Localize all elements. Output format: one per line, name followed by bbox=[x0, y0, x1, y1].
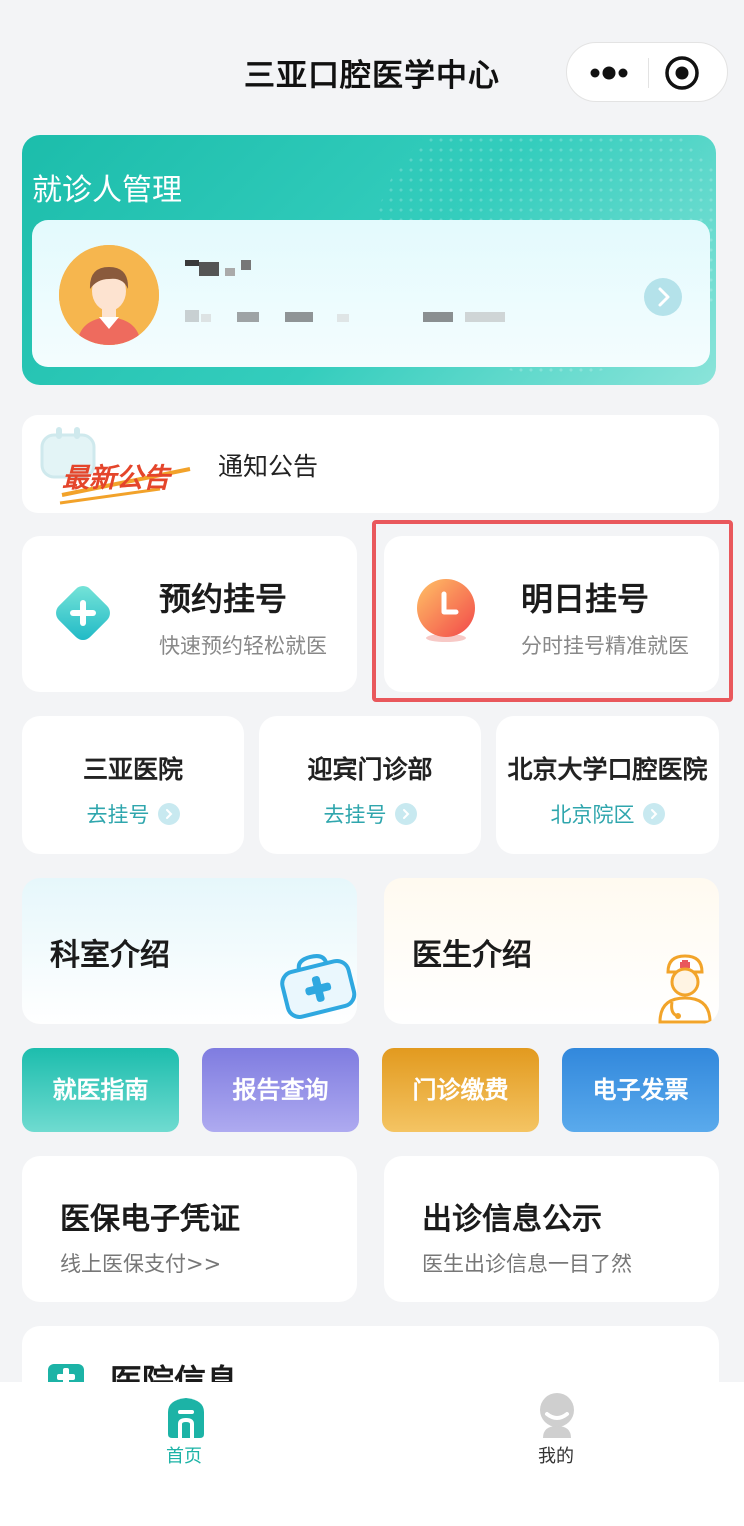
doctor-intro-card[interactable]: 医生介绍 bbox=[384, 878, 719, 1024]
notice-badge-label: 最新公告 bbox=[62, 463, 173, 493]
department-intro-card[interactable]: 科室介绍 bbox=[22, 878, 357, 1024]
hospital-name: 迎宾门诊部 bbox=[307, 755, 433, 784]
patient-detail-chevron-icon[interactable] bbox=[644, 278, 682, 316]
hospital-name: 北京大学口腔医院 bbox=[507, 755, 708, 784]
tab-mine[interactable]: 我的 bbox=[538, 1442, 574, 1468]
more-icon[interactable] bbox=[581, 57, 637, 89]
medical-insurance-subtitle: 线上医保支付>> bbox=[60, 1252, 222, 1276]
appointment-card[interactable]: 预约挂号 快速预约轻松就医 bbox=[22, 536, 357, 692]
chevron-right-icon bbox=[394, 803, 417, 825]
notice-badge: 最新公告 bbox=[40, 425, 200, 507]
plus-diamond-icon bbox=[48, 578, 118, 648]
chevron-right-icon bbox=[157, 803, 180, 825]
e-invoice-button[interactable]: 电子发票 bbox=[562, 1048, 719, 1132]
hospital-register-link[interactable]: 去挂号 bbox=[259, 799, 481, 829]
mini-program-capsule[interactable] bbox=[566, 42, 728, 102]
avatar bbox=[59, 245, 159, 345]
hospital-name: 三亚医院 bbox=[82, 755, 183, 784]
capsule-divider bbox=[648, 58, 649, 88]
profile-icon[interactable] bbox=[537, 1392, 577, 1438]
hospital-card-peking[interactable]: 北京大学口腔医院 北京院区 bbox=[496, 716, 719, 854]
guide-button[interactable]: 就医指南 bbox=[22, 1048, 179, 1132]
patient-management-card[interactable]: 就诊人管理 bbox=[22, 135, 716, 385]
patient-info-redacted bbox=[185, 308, 525, 324]
patient-info-panel[interactable] bbox=[32, 220, 710, 367]
outpatient-payment-button[interactable]: 门诊缴费 bbox=[382, 1048, 539, 1132]
home-icon[interactable] bbox=[164, 1394, 208, 1438]
hospital-card-sanya[interactable]: 三亚医院 去挂号 bbox=[22, 716, 244, 854]
hospital-link-label: 北京院区 bbox=[550, 803, 635, 827]
notice-bar[interactable]: 最新公告 通知公告 bbox=[22, 415, 719, 513]
appointment-subtitle: 快速预约轻松就医 bbox=[159, 634, 327, 658]
tab-home[interactable]: 首页 bbox=[166, 1442, 202, 1468]
department-intro-title: 科室介绍 bbox=[50, 938, 170, 973]
hospital-link-label: 去挂号 bbox=[86, 803, 150, 827]
hospital-link-label: 去挂号 bbox=[323, 803, 387, 827]
patient-name-redacted bbox=[185, 258, 255, 278]
doctor-schedule-title: 出诊信息公示 bbox=[422, 1202, 602, 1237]
report-query-button[interactable]: 报告查询 bbox=[202, 1048, 359, 1132]
close-target-icon[interactable] bbox=[663, 54, 701, 92]
tab-bar: 首页 我的 bbox=[0, 1382, 744, 1526]
hospital-card-yingbin[interactable]: 迎宾门诊部 去挂号 bbox=[259, 716, 481, 854]
notice-text: 通知公告 bbox=[218, 452, 319, 481]
medical-insurance-title: 医保电子凭证 bbox=[60, 1202, 240, 1237]
doctor-schedule-card[interactable]: 出诊信息公示 医生出诊信息一目了然 bbox=[384, 1156, 719, 1302]
hospital-register-link[interactable]: 去挂号 bbox=[22, 799, 244, 829]
doctor-schedule-subtitle: 医生出诊信息一目了然 bbox=[422, 1252, 632, 1276]
doctor-intro-title: 医生介绍 bbox=[412, 938, 532, 973]
medical-kit-icon bbox=[276, 948, 357, 1024]
patient-section-title: 就诊人管理 bbox=[32, 173, 182, 208]
appointment-title: 预约挂号 bbox=[159, 580, 288, 618]
doctor-icon bbox=[652, 950, 718, 1024]
chevron-right-icon bbox=[642, 803, 665, 825]
hospital-register-link[interactable]: 北京院区 bbox=[496, 799, 719, 829]
medical-insurance-card[interactable]: 医保电子凭证 线上医保支付>> bbox=[22, 1156, 357, 1302]
highlight-frame bbox=[372, 520, 733, 702]
